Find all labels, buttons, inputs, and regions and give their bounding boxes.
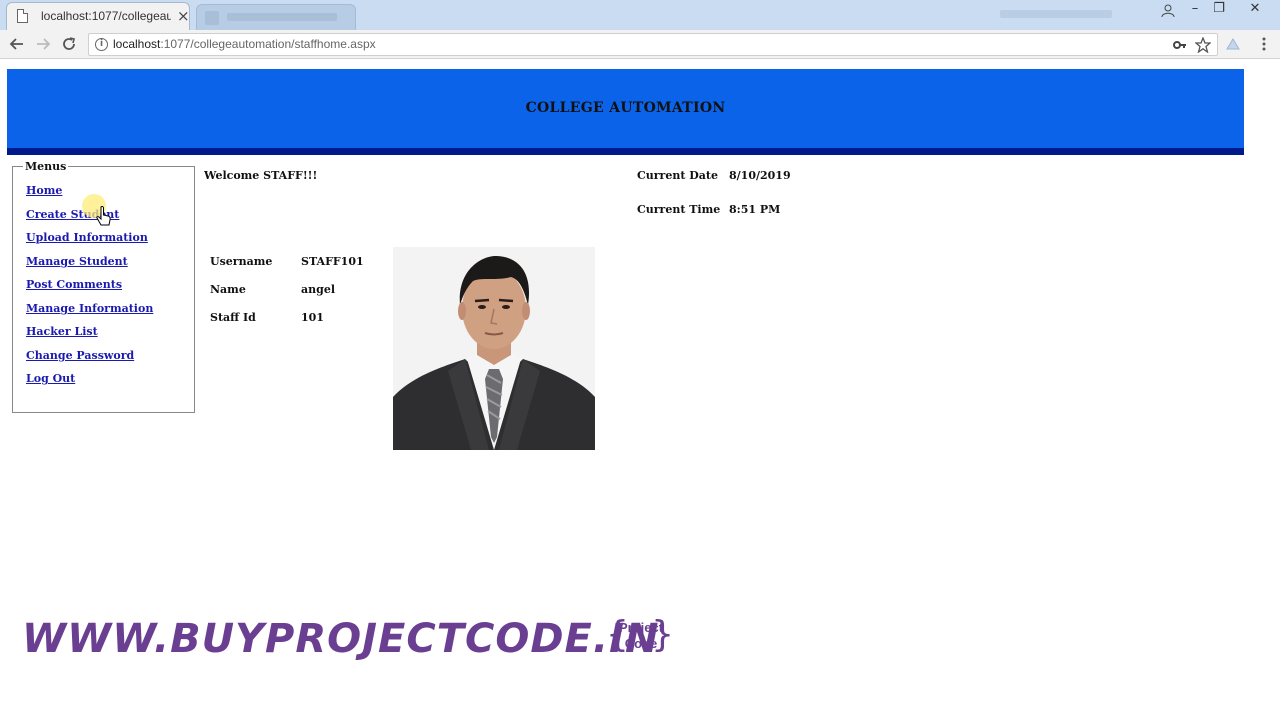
menu-link-upload-information[interactable]: Upload Information <box>26 231 148 244</box>
staff-id-label: Staff Id <box>210 311 256 324</box>
page-content: COLLEGE AUTOMATION Menus Home Create Stu… <box>0 60 1280 720</box>
logo-line-1: Project <box>618 620 664 635</box>
tab-close-icon[interactable]: × <box>177 7 190 25</box>
menu-link-manage-student[interactable]: Manage Student <box>26 255 128 268</box>
menu-link-hacker-list[interactable]: Hacker List <box>26 325 98 338</box>
tab-favicon-icon <box>205 11 219 25</box>
logo-text: Project Code <box>617 620 665 652</box>
restore-icon[interactable]: ❐ <box>1207 0 1231 20</box>
menu-link-log-out[interactable]: Log Out <box>26 372 75 385</box>
browser-tab-active[interactable]: localhost:1077/collegeau × <box>6 2 190 30</box>
minimize-icon[interactable]: – <box>1183 0 1207 20</box>
staff-photo <box>393 247 595 450</box>
url-text: localhost:1077/collegeautomation/staffho… <box>113 37 376 51</box>
welcome-message: Welcome STAFF!!! <box>204 169 318 182</box>
url-path: :1077/collegeautomation/staffhome.aspx <box>160 37 376 51</box>
page-icon <box>17 9 28 23</box>
user-profile-icon[interactable] <box>1156 0 1180 20</box>
back-icon[interactable] <box>5 33 29 55</box>
current-date-value: 8/10/2019 <box>729 169 791 182</box>
staff-id-value: 101 <box>301 311 324 324</box>
key-icon[interactable] <box>1173 36 1187 56</box>
menu-link-home[interactable]: Home <box>26 184 62 197</box>
reload-icon[interactable] <box>57 33 81 55</box>
current-time-value: 8:51 PM <box>729 203 781 216</box>
tab-title: localhost:1077/collegeau <box>41 9 171 23</box>
username-value: STAFF101 <box>301 255 364 268</box>
logo-line-2: Code <box>624 636 658 651</box>
browser-tabstrip: localhost:1077/collegeau × – ❐ ✕ <box>0 0 1280 30</box>
name-label: Name <box>210 283 246 296</box>
menu-link-post-comments[interactable]: Post Comments <box>26 278 122 291</box>
current-time-label: Current Time <box>637 203 721 216</box>
username-label: Username <box>210 255 273 268</box>
bookmark-star-icon[interactable] <box>1194 36 1212 57</box>
close-window-icon[interactable]: ✕ <box>1243 0 1267 20</box>
tab-title-blurred <box>227 13 337 21</box>
watermark-text: WWW.BUYPROJECTCODE.IN <box>22 616 660 662</box>
hand-cursor-icon <box>96 205 112 230</box>
profile-name-blurred <box>1000 10 1112 18</box>
browser-tab-inactive[interactable] <box>196 4 356 30</box>
project-code-logo: { } Project Code <box>606 616 674 656</box>
menu-link-manage-information[interactable]: Manage Information <box>26 302 153 315</box>
site-header: COLLEGE AUTOMATION <box>7 69 1244 155</box>
current-date-label: Current Date <box>637 169 718 182</box>
forward-icon[interactable] <box>31 33 55 55</box>
site-title: COLLEGE AUTOMATION <box>525 100 726 116</box>
name-value: angel <box>301 283 335 296</box>
browser-menu-icon[interactable] <box>1252 33 1276 55</box>
url-host: localhost <box>113 37 161 51</box>
menu-link-change-password[interactable]: Change Password <box>26 349 134 362</box>
browser-toolbar: i localhost:1077/collegeautomation/staff… <box>0 30 1280 59</box>
extension-icon[interactable] <box>1221 33 1245 55</box>
menu-legend: Menus <box>23 160 69 173</box>
site-info-icon[interactable]: i <box>95 38 108 51</box>
address-bar[interactable]: i localhost:1077/collegeautomation/staff… <box>88 33 1218 56</box>
